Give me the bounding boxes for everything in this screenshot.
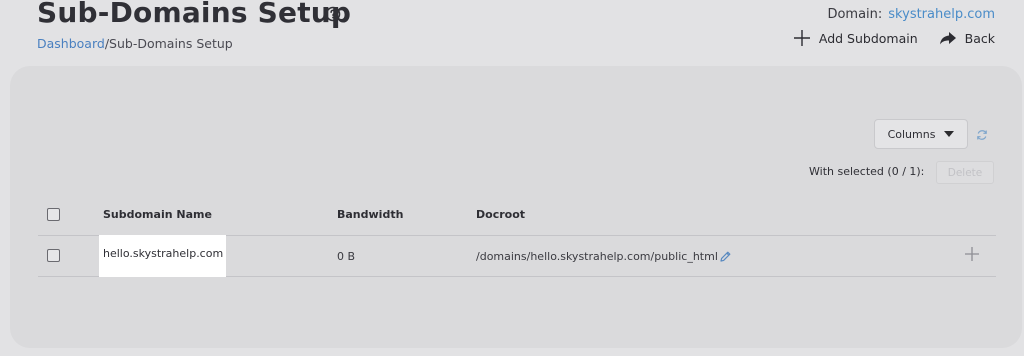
- breadcrumb-dashboard-link[interactable]: Dashboard: [37, 36, 105, 51]
- domain-info: Domain: skystrahelp.com: [827, 7, 995, 22]
- header-actions: Add Subdomain Back: [793, 29, 995, 47]
- plus-icon: [793, 30, 810, 46]
- back-button[interactable]: Back: [939, 30, 995, 46]
- refresh-icon[interactable]: [976, 129, 988, 141]
- subdomains-card: Columns With selected (0 / 1): Delete Su…: [10, 66, 1022, 348]
- docroot-cell: /domains/hello.skystrahelp.com/public_ht…: [476, 250, 718, 263]
- columns-dropdown-button[interactable]: Columns: [874, 119, 968, 149]
- table-row: hello.skystrahelp.com 0 B /domains/hello…: [38, 235, 996, 277]
- domain-label: Domain:: [827, 7, 883, 22]
- column-header-docroot[interactable]: Docroot: [476, 208, 525, 221]
- with-selected-label: With selected (0 / 1):: [809, 165, 925, 178]
- column-header-bandwidth[interactable]: Bandwidth: [337, 208, 403, 221]
- subdomain-name-cell[interactable]: hello.skystrahelp.com: [99, 235, 226, 277]
- expand-row-plus-icon[interactable]: [964, 246, 980, 262]
- pencil-icon[interactable]: [719, 250, 732, 263]
- column-header-subdomain-name[interactable]: Subdomain Name: [103, 208, 212, 221]
- delete-button[interactable]: Delete: [936, 161, 994, 184]
- page-title: Sub-Domains Setup: [37, 0, 352, 29]
- help-circle-icon[interactable]: [325, 6, 341, 22]
- domain-value: skystrahelp.com: [888, 7, 995, 22]
- bandwidth-cell: 0 B: [337, 250, 356, 263]
- caret-down-icon: [944, 131, 955, 137]
- add-subdomain-button[interactable]: Add Subdomain: [793, 29, 918, 47]
- columns-label: Columns: [887, 127, 936, 141]
- select-all-checkbox[interactable]: [47, 208, 60, 221]
- share-arrow-icon: [939, 32, 956, 45]
- row-checkbox[interactable]: [47, 249, 60, 262]
- back-label: Back: [964, 30, 995, 46]
- breadcrumb-current: Sub-Domains Setup: [109, 36, 233, 51]
- table-header: Subdomain Name Bandwidth Docroot: [38, 195, 996, 236]
- add-subdomain-label: Add Subdomain: [818, 30, 918, 46]
- breadcrumb: Dashboard/Sub-Domains Setup: [37, 36, 233, 51]
